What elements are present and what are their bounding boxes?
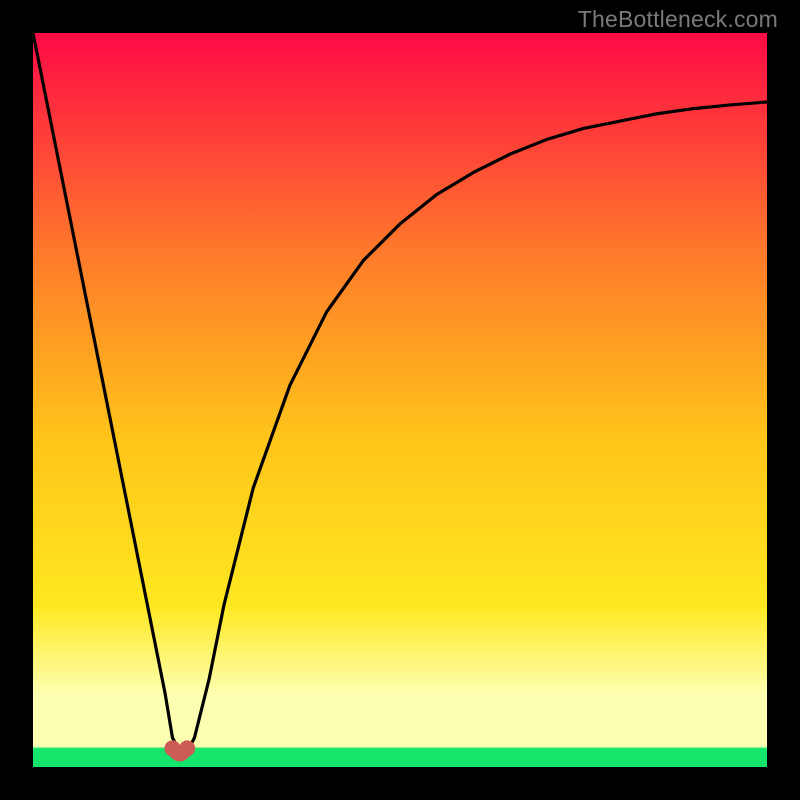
watermark-text: TheBottleneck.com <box>578 6 778 33</box>
optimal-marker <box>164 740 195 756</box>
chart-frame: TheBottleneck.com <box>0 0 800 800</box>
bottleneck-curve <box>33 33 767 767</box>
plot-area <box>33 33 767 767</box>
